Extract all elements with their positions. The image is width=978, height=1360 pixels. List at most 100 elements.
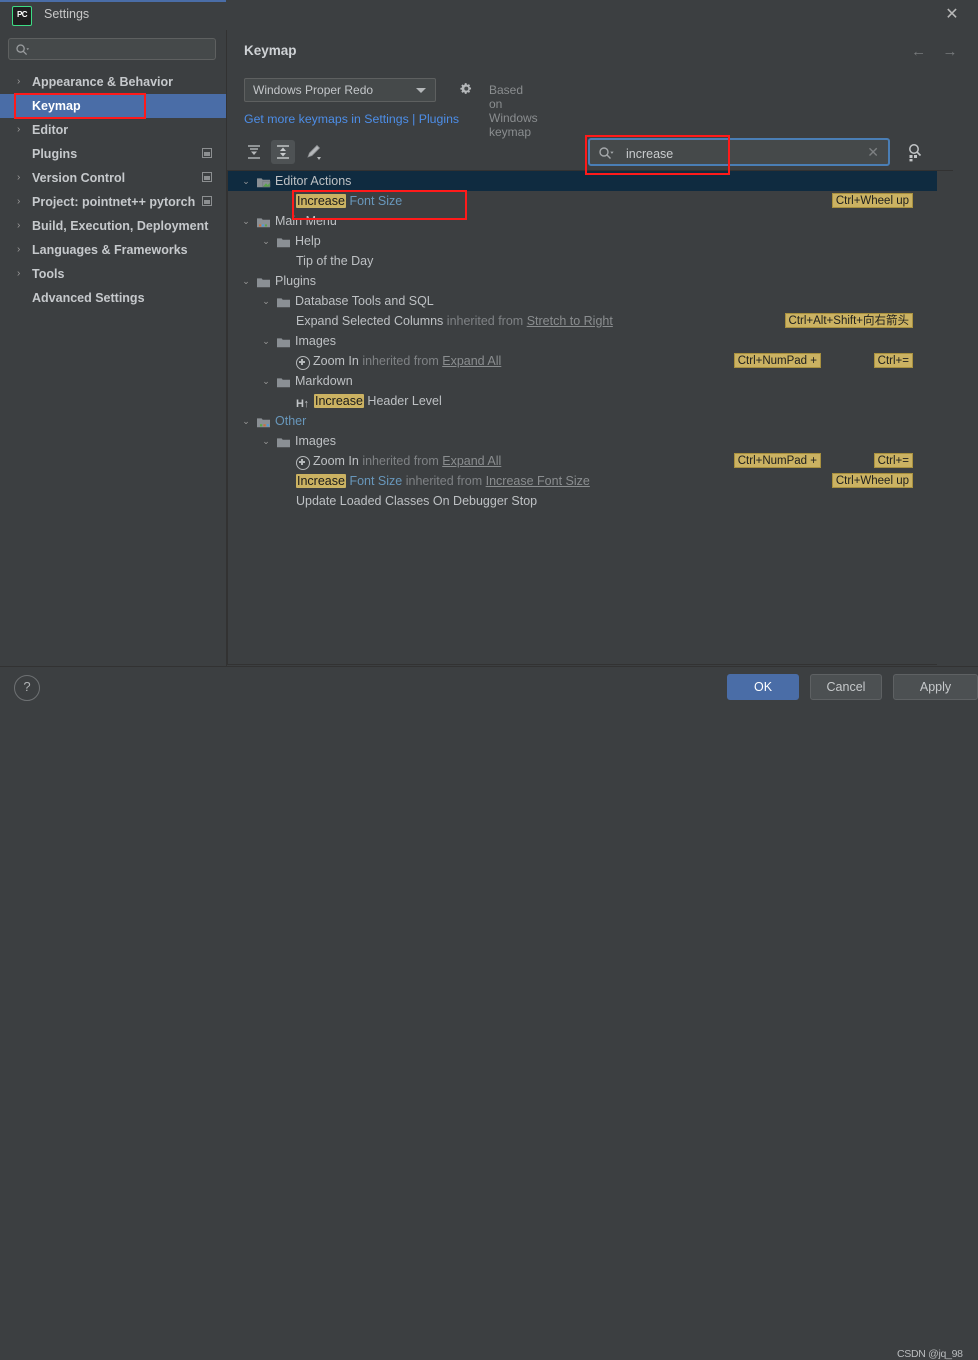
tree-row[interactable]: ⌄ Other (228, 411, 938, 431)
keymap-select-value: Windows Proper Redo (253, 83, 374, 97)
chevron-right-icon: › (17, 124, 21, 135)
tree-scrollbar[interactable] (937, 170, 953, 667)
tree-row[interactable]: ⌄ Help (228, 231, 938, 251)
chevron-down-icon[interactable]: ⌄ (260, 231, 272, 251)
sidebar-item-label: Version Control (32, 171, 126, 185)
sidebar-item-version-control[interactable]: › Version Control (0, 166, 226, 190)
sidebar-item-tools[interactable]: › Tools (0, 262, 226, 286)
chevron-right-icon: › (17, 76, 21, 87)
tree-label-segment: Expand All (442, 354, 502, 368)
sidebar-item-label: Plugins (32, 147, 78, 161)
tree-label-segment: Help (295, 234, 321, 248)
collapse-all-icon[interactable] (271, 140, 296, 164)
tree-row[interactable]: ⌄ Database Tools and SQL (228, 291, 938, 311)
tree-row[interactable]: ⌄ Main Menu (228, 211, 938, 231)
tree-row[interactable]: ⌄ Editor Actions (228, 171, 938, 191)
sidebar-item-advanced-settings[interactable]: Advanced Settings (0, 286, 226, 310)
tree-row[interactable]: ⌄ Images (228, 431, 938, 451)
shortcut-badge: Ctrl+NumPad + (733, 453, 821, 468)
tree-label-segment: Editor Actions (275, 174, 352, 188)
tree-row-label: Tip of the Day (296, 251, 373, 271)
ok-button[interactable]: OK (727, 674, 799, 700)
tree-row-label: Images (295, 431, 336, 451)
tree-label-segment: Header Level (363, 394, 442, 408)
tree-label-segment: Font Size (349, 194, 403, 208)
chevron-down-icon[interactable]: ⌄ (260, 371, 272, 391)
close-icon[interactable]: ✕ (940, 4, 964, 26)
back-arrow-icon[interactable]: ← (905, 43, 933, 60)
title-bar: PC Settings ✕ (0, 0, 978, 31)
tree-row-label: Zoom In inherited from Expand All (313, 451, 501, 471)
sidebar-item-list: › Appearance & Behavior Keymap › Editor Plugi… (0, 70, 226, 310)
tree-row[interactable]: Update Loaded Classes On Debugger Stop (228, 491, 938, 511)
chevron-down-icon[interactable]: ⌄ (240, 411, 252, 431)
tree-label-segment: Markdown (295, 374, 353, 388)
chevron-down-icon[interactable]: ⌄ (240, 211, 252, 231)
sidebar-item-editor[interactable]: › Editor (0, 118, 226, 142)
tree-row-label: Other (275, 411, 306, 431)
tree-row[interactable]: ⌄ Images (228, 331, 938, 351)
tree-row-label: Database Tools and SQL (295, 291, 434, 311)
chevron-right-icon: › (17, 220, 21, 231)
expand-all-icon[interactable] (242, 140, 266, 164)
chevron-down-icon[interactable]: ⌄ (260, 331, 272, 351)
keymap-selector-row: Windows Proper Redo Based on Windows key… (244, 78, 538, 139)
tree-row[interactable]: Expand Selected Columns inherited from S… (228, 311, 938, 331)
tree-label-segment: Plugins (275, 274, 316, 288)
sidebar-item-label: Advanced Settings (32, 291, 145, 305)
tree-row[interactable]: Increase Font Size inherited from Increa… (228, 471, 938, 491)
keymap-tree[interactable]: ⌄ Editor Actions Increase Font Size Ctrl+Wh… (227, 170, 938, 665)
find-by-shortcut-icon[interactable] (903, 140, 927, 164)
sidebar-item-plugins[interactable]: Plugins (0, 142, 226, 166)
title-accent-bar (0, 0, 226, 2)
help-button[interactable]: ? (14, 675, 40, 701)
cancel-button[interactable]: Cancel (810, 674, 882, 700)
sidebar-item-label: Appearance & Behavior (32, 75, 174, 89)
shortcut-badge: Ctrl+Wheel up (831, 473, 913, 488)
keymap-search-input[interactable] (624, 144, 840, 164)
tree-row[interactable]: ⌄ Plugins (228, 271, 938, 291)
chevron-down-icon (416, 88, 426, 93)
shortcut-badge: Ctrl+= (873, 453, 913, 468)
plugin-badge-icon (202, 196, 212, 206)
tree-label-segment: Increase (296, 194, 346, 208)
tree-row-label: Zoom In inherited from Expand All (313, 351, 501, 371)
watermark: CSDN @jq_98 (897, 1348, 963, 1360)
chevron-down-icon[interactable]: ⌄ (240, 171, 252, 191)
sidebar-item-keymap[interactable]: Keymap (0, 94, 226, 118)
keymap-search-box[interactable]: ✕ (588, 138, 890, 166)
sidebar-search[interactable] (8, 38, 216, 60)
tree-row[interactable]: H↑ Increase Header Level (228, 391, 938, 411)
sidebar-item-project-pointnet-pytorch[interactable]: › Project: pointnet++ pytorch (0, 190, 226, 214)
sidebar-item-build-execution-deployment[interactable]: › Build, Execution, Deployment (0, 214, 226, 238)
clear-icon[interactable]: ✕ (867, 144, 879, 161)
sidebar-item-appearance-behavior[interactable]: › Appearance & Behavior (0, 70, 226, 94)
sidebar-search-input[interactable] (35, 41, 211, 60)
tree-row[interactable]: Zoom In inherited from Expand All Ctrl+Nu… (228, 351, 938, 371)
sidebar-item-label: Tools (32, 267, 65, 281)
tree-label-segment: Images (295, 334, 336, 348)
tree-row[interactable]: Tip of the Day (228, 251, 938, 271)
chevron-down-icon[interactable]: ⌄ (240, 271, 252, 291)
tree-row[interactable]: Increase Font Size Ctrl+Wheel up (228, 191, 938, 211)
chevron-right-icon: › (17, 268, 21, 279)
tree-row[interactable]: ⌄ Markdown (228, 371, 938, 391)
apply-button[interactable]: Apply (893, 674, 978, 700)
sidebar-item-label: Keymap (32, 99, 81, 113)
tree-label-segment: Font Size (349, 474, 403, 488)
tree-label-segment: Increase Font Size (485, 474, 590, 488)
more-keymaps-link[interactable]: Get more keymaps in Settings | Plugins (244, 112, 459, 126)
chevron-down-icon[interactable]: ⌄ (260, 291, 272, 311)
chevron-down-icon[interactable]: ⌄ (260, 431, 272, 451)
shortcut-badge: Ctrl+Wheel up (831, 193, 913, 208)
chevron-right-icon: › (17, 172, 21, 183)
edit-shortcut-icon[interactable] (301, 140, 325, 164)
tree-label-segment: Increase (296, 474, 346, 488)
tree-row-label: Main Menu (275, 211, 337, 231)
sidebar-item-languages-frameworks[interactable]: › Languages & Frameworks (0, 238, 226, 262)
gear-icon[interactable] (457, 81, 475, 99)
forward-arrow-icon[interactable]: → (936, 43, 964, 60)
keymap-select[interactable]: Windows Proper Redo (244, 78, 436, 102)
tree-row[interactable]: Zoom In inherited from Expand All Ctrl+Nu… (228, 451, 938, 471)
sidebar-item-label: Build, Execution, Deployment (32, 219, 209, 233)
